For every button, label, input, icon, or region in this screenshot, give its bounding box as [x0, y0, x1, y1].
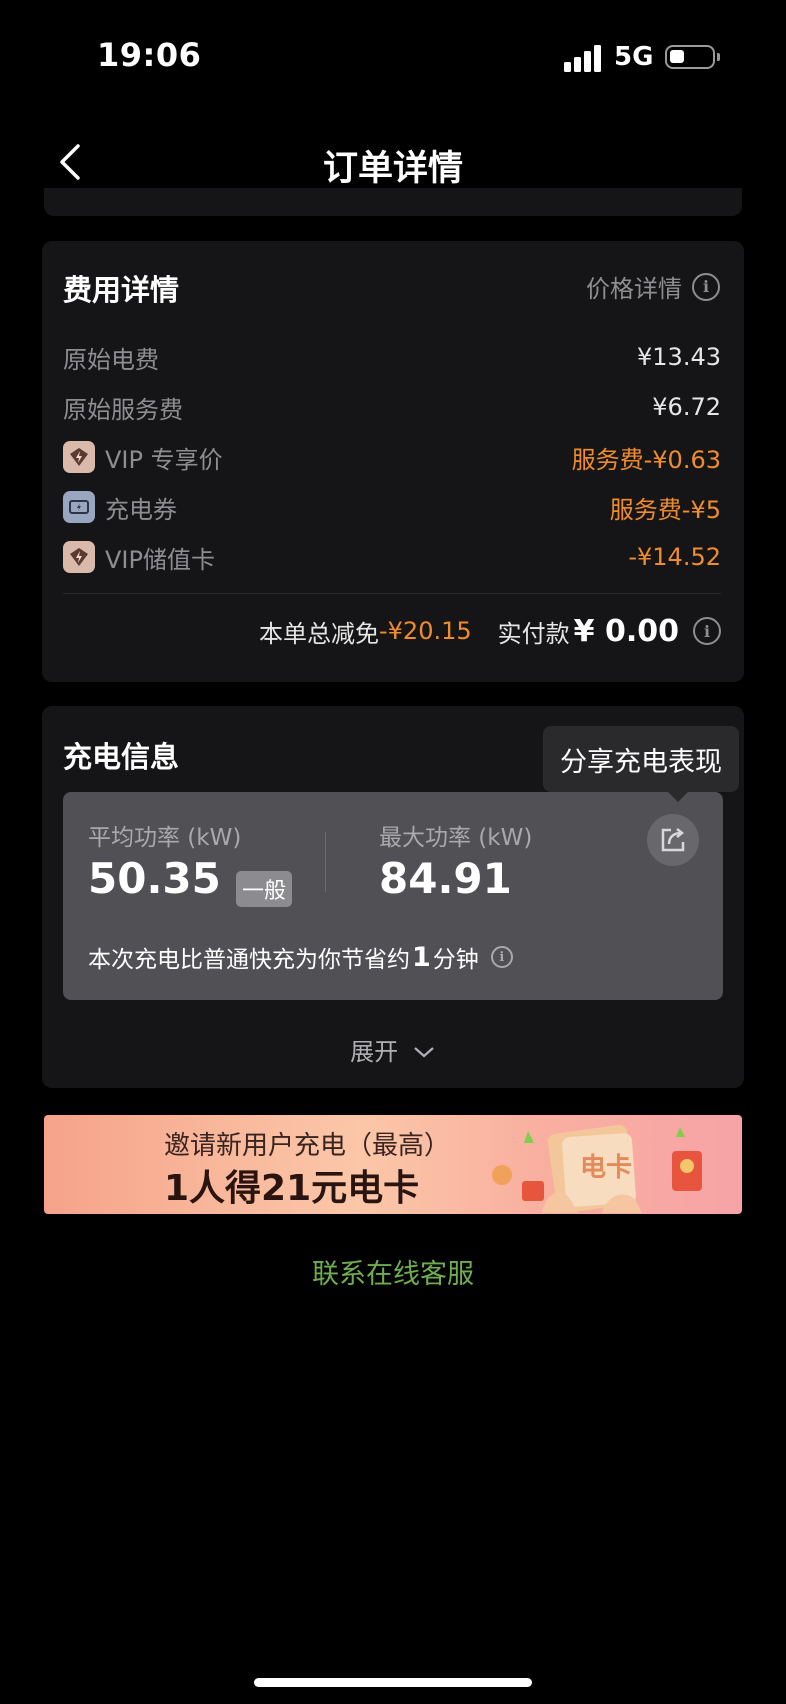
expand-button[interactable]: 展开: [42, 1032, 744, 1067]
divider: [325, 832, 326, 892]
fee-row-label: 原始服务费: [63, 395, 183, 424]
home-indicator[interactable]: [254, 1678, 532, 1687]
fee-card-title: 费用详情: [63, 273, 180, 307]
fee-row-value: ¥6.72: [652, 393, 721, 421]
power-level-badge: 一般: [235, 870, 292, 907]
price-detail-label: 价格详情: [586, 275, 682, 303]
share-icon: [661, 828, 685, 852]
info-icon: i: [692, 272, 720, 301]
fee-summary: 本单总减免 -¥20.15 实付款 ¥ 0.00 i: [259, 611, 721, 651]
fee-row-label: VIP储值卡: [105, 545, 215, 574]
divider: [63, 593, 721, 594]
charge-card-title: 充电信息: [63, 740, 180, 774]
fee-row-value: 服务费-¥0.63: [571, 445, 721, 474]
share-tooltip: 分享充电表现: [543, 726, 739, 792]
status-time: 19:06: [97, 36, 202, 74]
paid-amount: ¥ 0.00: [574, 614, 679, 649]
max-power-value: 84.91: [379, 854, 512, 903]
fee-row-label: 充电券: [105, 495, 177, 524]
fee-row-value: ¥13.43: [637, 343, 721, 371]
discount-label: 本单总减免: [259, 619, 379, 648]
fee-row: VIP 专享价 服务费-¥0.63: [63, 439, 721, 475]
fee-row: 原始服务费 ¥6.72: [63, 389, 721, 425]
time-saving-text: 本次充电比普通快充为你节省约 1 分钟 i: [88, 940, 513, 974]
banner-line2: 1人得21元电卡: [164, 1168, 420, 1209]
coupon-icon: [63, 491, 95, 523]
fee-row-label: 原始电费: [63, 345, 159, 374]
tooltip-arrow: [668, 792, 688, 802]
avg-power-value: 50.35: [88, 854, 221, 903]
signal-icon: [564, 44, 604, 72]
fee-detail-card: 费用详情 价格详情 i 原始电费 ¥13.43 原始服务费 ¥6.72 VIP …: [42, 241, 744, 682]
fee-row: 原始电费 ¥13.43: [63, 339, 721, 375]
fee-row-value: 服务费-¥5: [609, 495, 721, 524]
fee-row: 充电券 服务费-¥5: [63, 489, 721, 525]
share-button[interactable]: [647, 814, 699, 866]
max-power-label: 最大功率 (kW): [379, 825, 533, 851]
paid-value: 0.00: [604, 613, 679, 649]
banner-line1: 邀请新用户充电（最高）: [164, 1131, 451, 1161]
fee-row: VIP储值卡 -¥14.52: [63, 539, 721, 575]
fee-row-value: -¥14.52: [628, 543, 721, 571]
info-icon[interactable]: i: [693, 617, 721, 645]
battery-icon: [665, 45, 720, 69]
vip-lightning-icon: [63, 541, 95, 573]
contact-support-link[interactable]: 联系在线客服: [0, 1252, 786, 1291]
fee-row-label: VIP 专享价: [105, 445, 223, 474]
paid-currency: ¥: [573, 613, 595, 649]
power-panel: 平均功率 (kW) 50.35 一般 最大功率 (kW) 84.91 本次充电比…: [63, 792, 723, 1000]
saving-suffix: 分钟: [432, 947, 479, 973]
card-watermark-text: 电卡: [580, 1152, 632, 1182]
invite-banner[interactable]: 邀请新用户充电（最高） 1人得21元电卡 电卡: [44, 1115, 742, 1214]
gift-card-illustration: 电卡: [492, 1124, 702, 1213]
saving-prefix: 本次充电比普通快充为你节省约: [88, 947, 410, 973]
info-icon[interactable]: i: [490, 946, 513, 968]
expand-label: 展开: [350, 1038, 399, 1066]
network-type: 5G: [614, 42, 654, 72]
chevron-down-icon: [414, 1047, 434, 1058]
vip-lightning-icon: [63, 441, 95, 473]
page-title: 订单详情: [322, 149, 463, 189]
previous-card-edge: [44, 188, 742, 216]
avg-power-label: 平均功率 (kW): [88, 825, 242, 851]
discount-value: -¥20.15: [379, 617, 472, 645]
saving-number: 1: [412, 941, 431, 973]
paid-label: 实付款: [497, 619, 570, 648]
price-detail-link[interactable]: 价格详情 i: [586, 269, 720, 304]
